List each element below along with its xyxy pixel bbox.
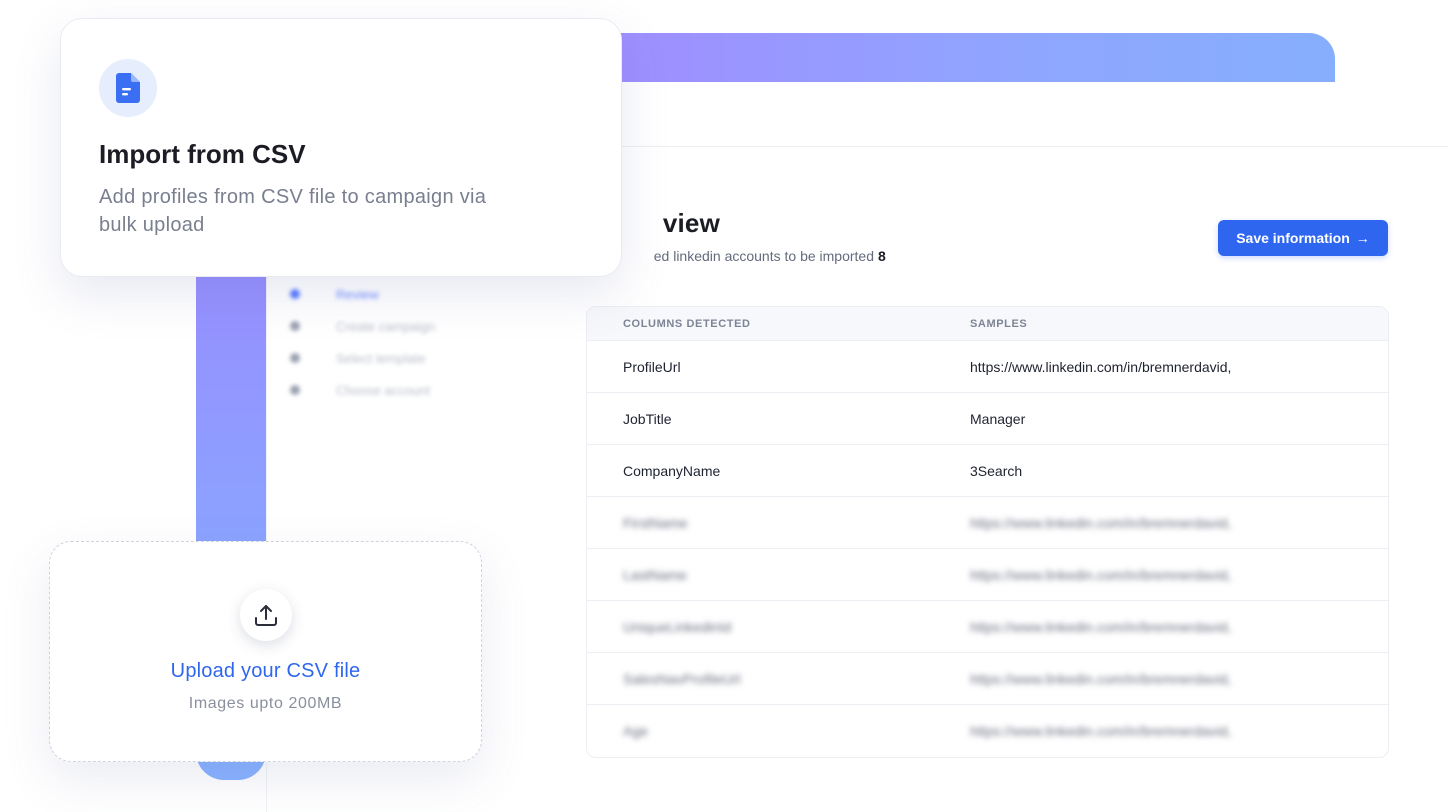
step-item-create-campaign[interactable]: Create campaign: [290, 310, 510, 342]
column-sample: https://www.linkedin.com/in/bremnerdavid…: [970, 514, 1232, 531]
app-banner: [560, 33, 1335, 82]
arrow-right-icon: →: [1355, 230, 1370, 246]
step-dot: [290, 385, 300, 395]
table-row[interactable]: ProfileUrl https://www.linkedin.com/in/b…: [587, 341, 1388, 393]
table-row[interactable]: FirstName https://www.linkedin.com/in/br…: [587, 497, 1388, 549]
stage: Review Create campaign Select template C…: [0, 0, 1448, 812]
column-sample: https://www.linkedin.com/in/bremnerdavid…: [970, 723, 1232, 739]
header-samples: SAMPLES: [970, 317, 1028, 330]
import-card-title: Import from CSV: [99, 139, 306, 169]
step-label: Review: [336, 286, 379, 302]
step-item-choose-account[interactable]: Choose account: [290, 374, 510, 406]
column-name: JobTitle: [623, 410, 672, 427]
table-row[interactable]: JobTitle Manager: [587, 393, 1388, 445]
column-name: UniqueLinkedinId: [623, 618, 732, 635]
import-count: 8: [878, 248, 886, 264]
upload-dropzone[interactable]: Upload your CSV file Images upto 200MB: [49, 541, 482, 762]
header-columns-detected: COLUMNS DETECTED: [623, 317, 751, 330]
column-name: FirstName: [623, 514, 688, 531]
table-row[interactable]: UniqueLinkedinId https://www.linkedin.co…: [587, 601, 1388, 653]
step-label: Choose account: [336, 382, 430, 398]
document-icon: [116, 73, 140, 103]
step-label: Select template: [336, 350, 426, 366]
table-row[interactable]: Age https://www.linkedin.com/in/bremnerd…: [587, 705, 1388, 757]
column-sample: 3Search: [970, 462, 1023, 479]
column-name: ProfileUrl: [623, 358, 681, 375]
step-label: Create campaign: [336, 318, 435, 334]
step-dot: [290, 321, 300, 331]
column-sample: https://www.linkedin.com/in/bremnerdavid…: [970, 618, 1232, 635]
column-name: SalesNavProfileUrl: [623, 670, 741, 687]
upload-icon: [255, 605, 277, 626]
save-button-label: Save information: [1236, 230, 1350, 246]
step-dot: [290, 289, 300, 299]
step-item-select-template[interactable]: Select template: [290, 342, 510, 374]
column-name: Age: [623, 723, 648, 739]
header-divider: [560, 146, 1448, 147]
step-list: Review Create campaign Select template C…: [290, 278, 510, 406]
import-csv-card[interactable]: Import from CSV Add profiles from CSV fi…: [60, 18, 622, 277]
upload-hint: Images upto 200MB: [188, 695, 343, 712]
column-sample: https://www.linkedin.com/in/bremnerdavid…: [970, 566, 1232, 583]
step-item-review[interactable]: Review: [290, 278, 510, 310]
step-dot: [290, 353, 300, 363]
column-name: CompanyName: [623, 462, 721, 479]
document-icon-badge: [99, 59, 157, 117]
columns-table: COLUMNS DETECTED SAMPLES ProfileUrl http…: [586, 306, 1389, 758]
column-sample: https://www.linkedin.com/in/bremnerdavid…: [970, 358, 1232, 375]
column-sample: Manager: [970, 410, 1026, 427]
table-row[interactable]: CompanyName 3Search: [587, 445, 1388, 497]
column-name: LastName: [623, 566, 687, 583]
column-sample: https://www.linkedin.com/in/bremnerdavid…: [970, 670, 1232, 687]
table-header: COLUMNS DETECTED SAMPLES: [587, 307, 1388, 341]
table-row[interactable]: SalesNavProfileUrl https://www.linkedin.…: [587, 653, 1388, 705]
upload-icon-badge[interactable]: [240, 589, 292, 641]
upload-link[interactable]: Upload your CSV file: [50, 660, 481, 683]
table-row[interactable]: LastName https://www.linkedin.com/in/bre…: [587, 549, 1388, 601]
save-information-button[interactable]: Save information →: [1218, 220, 1388, 256]
import-card-description: Add profiles from CSV file to campaign v…: [99, 186, 487, 236]
